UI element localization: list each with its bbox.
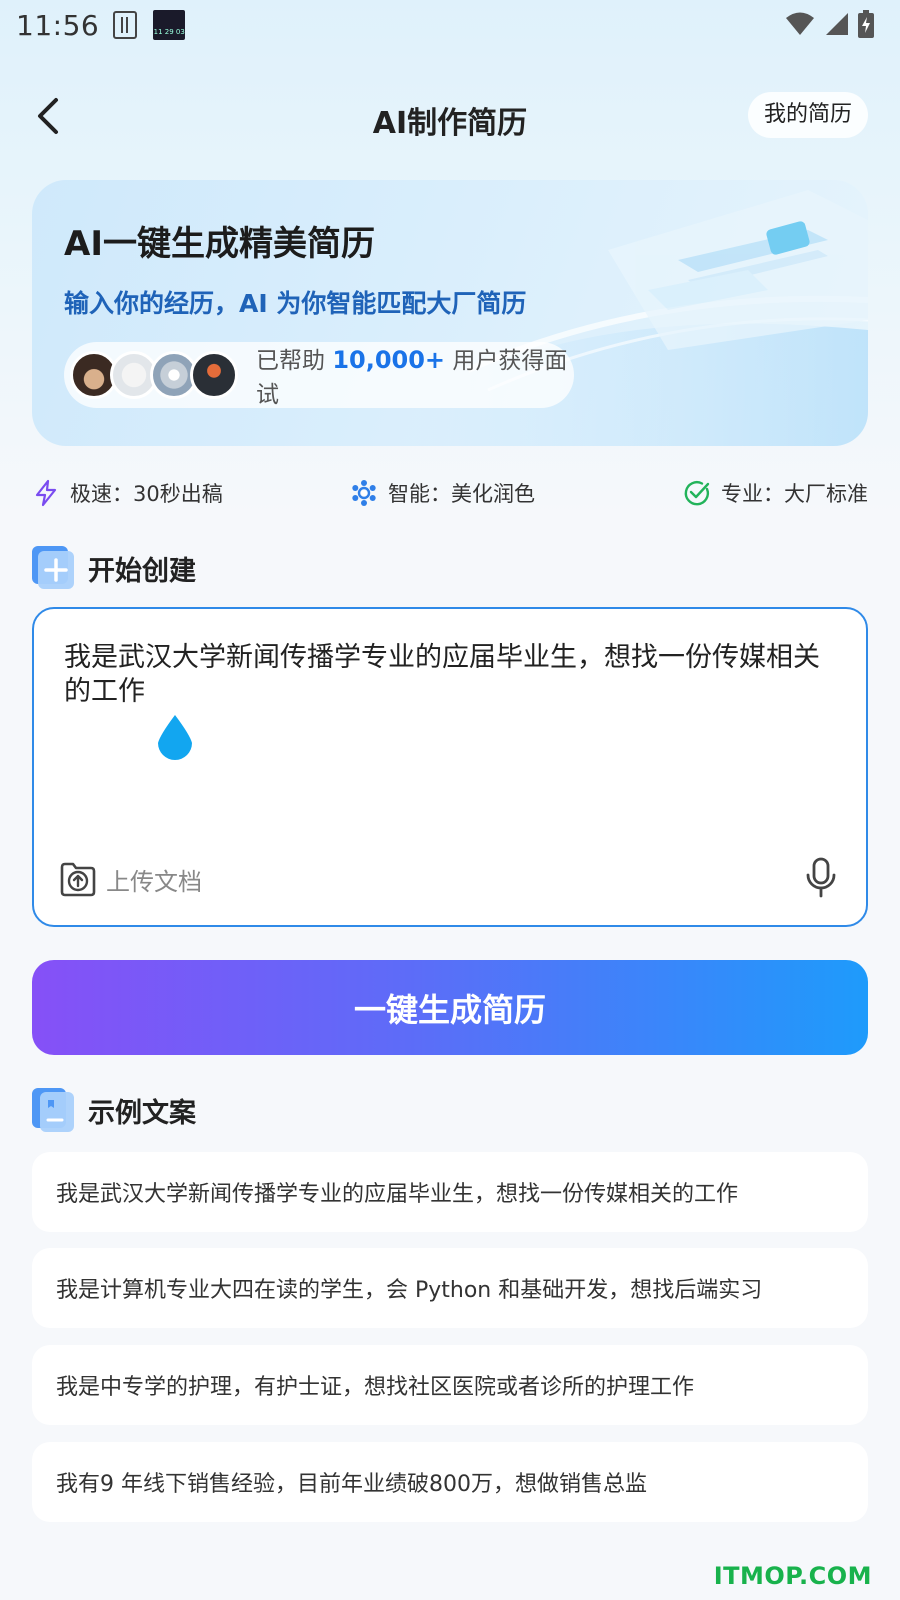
users-helped-text: 已帮助 10,000+ 用户获得面试 <box>256 341 574 409</box>
add-square-icon <box>32 546 74 589</box>
generate-resume-button[interactable]: 一键生成简历 <box>32 960 868 1055</box>
lightning-icon <box>35 479 57 507</box>
create-section-header: 开始创建 <box>32 546 196 590</box>
check-circle-icon <box>684 481 710 506</box>
users-helped-pill: 已帮助 10,000+ 用户获得面试 <box>64 342 574 408</box>
experience-input[interactable]: 我是武汉大学新闻传播学专业的应届毕业生，想找一份传媒相关的工作 <box>64 641 834 709</box>
examples-section-title: 示例文案 <box>88 1097 196 1129</box>
microphone-icon[interactable] <box>804 857 838 899</box>
avatar-group <box>70 351 238 399</box>
feature-speed-label: 极速：30秒出稿 <box>70 482 223 506</box>
promo-banner: AI一键生成精美简历 输入你的经历，AI 为你智能匹配大厂简历 已帮助 10,0… <box>32 180 868 446</box>
banner-title: AI一键生成精美简历 <box>64 224 375 264</box>
example-item[interactable]: 我是中专学的护理，有护士证，想找社区医院或者诊所的护理工作 <box>32 1345 868 1425</box>
clock-widget-icon: 11 29 03 <box>153 10 186 40</box>
feature-professional: 专业：大厂标准 <box>683 478 868 508</box>
avatar <box>190 351 238 399</box>
signal-icon <box>826 13 848 35</box>
status-icons <box>786 10 874 38</box>
sim-icon <box>113 11 138 39</box>
create-section-title: 开始创建 <box>88 555 196 587</box>
users-prefix: 已帮助 <box>256 348 325 374</box>
header-bar: AI制作简历 我的简历 <box>0 80 900 152</box>
status-bar: 11:56 11 29 03 <box>0 0 900 50</box>
upload-document-button[interactable]: 上传文档 <box>58 859 202 899</box>
example-item[interactable]: 我有9 年线下销售经验，目前年业绩破800万，想做销售总监 <box>32 1442 868 1522</box>
document-icon <box>32 1088 74 1132</box>
banner-subtitle: 输入你的经历，AI 为你智能匹配大厂简历 <box>64 289 527 318</box>
status-time: 11:56 <box>16 8 100 42</box>
feature-professional-label: 专业：大厂标准 <box>721 482 868 506</box>
wifi-icon <box>786 12 814 35</box>
feature-smart: 智能：美化润色 <box>350 478 535 508</box>
users-count: 10,000+ <box>332 346 446 374</box>
experience-input-box[interactable]: 我是武汉大学新闻传播学专业的应届毕业生，想找一份传媒相关的工作 上传文档 <box>32 607 868 927</box>
examples-section-header: 示例文案 <box>32 1088 196 1132</box>
features-row: 极速：30秒出稿 智能：美化润色 专业：大厂标准 <box>32 478 868 514</box>
example-item[interactable]: 我是武汉大学新闻传播学专业的应届毕业生，想找一份传媒相关的工作 <box>32 1152 868 1232</box>
gear-icon <box>352 480 376 506</box>
feature-speed: 极速：30秒出稿 <box>32 478 223 508</box>
feature-smart-label: 智能：美化润色 <box>388 482 535 506</box>
my-resume-button[interactable]: 我的简历 <box>747 92 868 138</box>
upload-icon <box>60 862 96 897</box>
watermark: ITMOP.COM <box>713 1562 872 1590</box>
upload-document-label: 上传文档 <box>106 867 202 896</box>
battery-icon <box>858 10 874 38</box>
text-cursor-handle-icon[interactable] <box>154 713 196 763</box>
example-item[interactable]: 我是计算机专业大四在读的学生，会 Python 和基础开发，想找后端实习 <box>32 1248 868 1328</box>
